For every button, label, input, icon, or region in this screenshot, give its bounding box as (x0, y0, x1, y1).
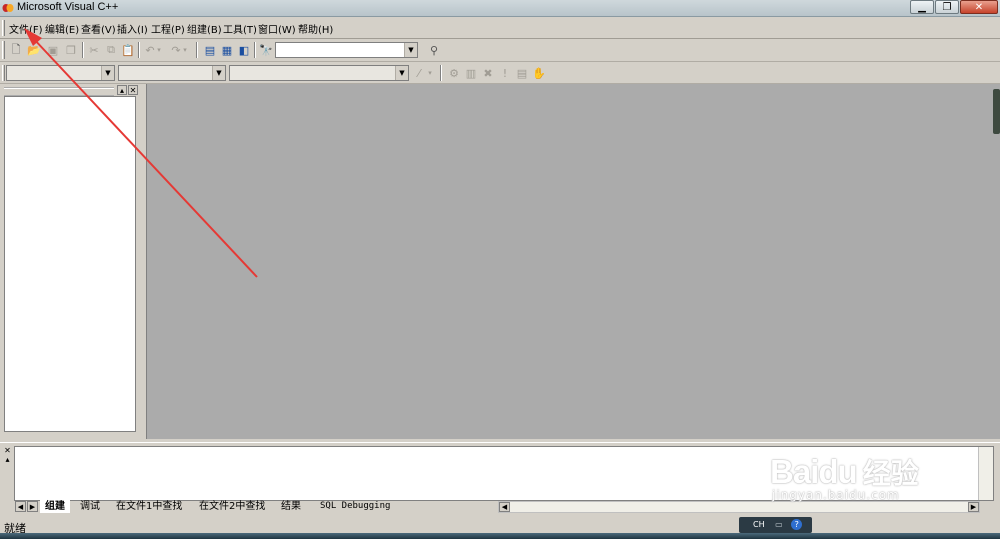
paste-icon[interactable]: 📋 (120, 42, 136, 58)
go-icon[interactable]: ▤ (514, 65, 530, 81)
editor-mdi-area[interactable] (146, 84, 1000, 439)
wizard-dropdown-icon[interactable]: ▾ (426, 65, 434, 81)
side-tab-handle[interactable] (993, 89, 1000, 134)
output-tab-strip: ◀ ▶ 组建 调试 在文件1中查找 在文件2中查找 结果 SQL Debuggi… (14, 500, 994, 514)
cut-icon[interactable]: ✂ (86, 42, 102, 58)
output-close-icon[interactable]: ✕ (3, 447, 12, 455)
menu-project[interactable]: 工程(P) (151, 21, 185, 36)
find-combo[interactable]: ▼ (275, 42, 418, 58)
output-window-icon[interactable]: ▦ (219, 42, 235, 58)
workspace-close-icon[interactable]: ✕ (128, 85, 138, 95)
keyboard-icon[interactable]: ▭ (775, 520, 783, 529)
stop-build-icon[interactable]: ✖ (480, 65, 496, 81)
undo-dropdown-icon[interactable]: ▾ (155, 42, 163, 58)
toolbar-grip[interactable] (2, 65, 5, 81)
copy-icon[interactable]: ⧉ (103, 42, 119, 58)
menu-help[interactable]: 帮助(H) (298, 21, 333, 36)
toolbar-separator (138, 42, 140, 58)
menu-insert[interactable]: 插入(I) (117, 21, 148, 36)
find-binoculars-icon[interactable]: ⚲ (426, 42, 442, 58)
menu-window[interactable]: 窗口(W) (258, 21, 296, 36)
save-icon[interactable]: ▣ (45, 42, 61, 58)
wizard-wand-icon[interactable]: ⁄ (411, 65, 427, 81)
input-language[interactable]: CH (753, 520, 765, 529)
members-combo[interactable]: ▼ (229, 65, 409, 81)
menu-edit[interactable]: 编辑(E) (45, 21, 79, 36)
tab-scroll-left-icon[interactable]: ◀ (15, 501, 26, 512)
members-combo-dropdown-icon[interactable]: ▼ (395, 66, 408, 80)
save-all-icon[interactable]: ❐ (63, 42, 79, 58)
toolbar-separator (254, 42, 256, 58)
hscroll-left-icon[interactable]: ◀ (499, 502, 510, 512)
help-icon[interactable]: ? (791, 519, 803, 530)
menu-build[interactable]: 组建(B) (187, 21, 222, 36)
close-button[interactable]: ✕ (960, 0, 998, 14)
output-dock-icon[interactable]: ▴ (3, 456, 12, 464)
open-folder-icon[interactable]: 📂 (26, 42, 42, 58)
menubar-grip[interactable] (2, 20, 5, 36)
tab-results[interactable]: 结果 (276, 500, 306, 513)
tab-find-in-files-2[interactable]: 在文件2中查找 (194, 500, 270, 513)
tab-build[interactable]: 组建 (40, 500, 70, 513)
find-in-files-icon[interactable]: 🔭 (258, 42, 274, 58)
visual-cpp-app-icon (2, 4, 14, 12)
workspace-pane: ▴ ✕ (0, 84, 142, 438)
execute-icon[interactable]: ! (497, 65, 513, 81)
redo-dropdown-icon[interactable]: ▾ (181, 42, 189, 58)
toolbar-separator (196, 42, 198, 58)
window-list-icon[interactable]: ◧ (236, 42, 252, 58)
output-pane: ✕ ▴ ◀ ▶ 组建 调试 在文件1中查找 在文件2中查找 结果 SQL Deb… (0, 442, 1000, 517)
tab-debug[interactable]: 调试 (75, 500, 105, 513)
new-file-icon[interactable]: 🗋 (8, 42, 24, 58)
hscroll-right-icon[interactable]: ▶ (968, 502, 979, 512)
title-bar: Microsoft Visual C++ ▁ ❐ ✕ (0, 0, 1000, 17)
workspace-window-icon[interactable]: ▤ (202, 42, 218, 58)
tab-scroll-right-icon[interactable]: ▶ (27, 501, 38, 512)
class-combo-dropdown-icon[interactable]: ▼ (101, 66, 114, 80)
compile-icon[interactable]: ⚙ (446, 65, 462, 81)
tab-sql-debugging[interactable]: SQL Debugging (315, 500, 395, 513)
output-horizontal-scrollbar[interactable]: ◀ ▶ (498, 501, 980, 513)
build-icon[interactable]: ▥ (463, 65, 479, 81)
breakpoint-icon[interactable]: ✋ (531, 65, 547, 81)
window-title: Microsoft Visual C++ (17, 1, 119, 13)
tab-find-in-files-1[interactable]: 在文件1中查找 (111, 500, 187, 513)
standard-toolbar: 🗋 📂 ▣ ❐ ✂ ⧉ 📋 ↶ ▾ ↷ ▾ ▤ ▦ ◧ 🔭 ▼ ⚲ (0, 39, 1000, 62)
find-combo-dropdown-icon[interactable]: ▼ (404, 43, 417, 57)
menu-bar: 文件(F) 编辑(E) 查看(V) 插入(I) 工程(P) 组建(B) 工具(T… (0, 18, 1000, 39)
minimize-button[interactable]: ▁ (910, 0, 934, 14)
toolbar-separator (440, 65, 442, 81)
wizard-build-toolbar: ▼ ▼ ▼ ⁄ ▾ ⚙ ▥ ✖ ! ▤ ✋ (0, 63, 1000, 84)
output-vertical-scrollbar[interactable] (978, 447, 993, 500)
filter-combo-dropdown-icon[interactable]: ▼ (212, 66, 225, 80)
taskbar (0, 533, 1000, 539)
maximize-button[interactable]: ❐ (935, 0, 959, 14)
workspace-tree-panel[interactable] (4, 96, 136, 432)
menu-view[interactable]: 查看(V) (81, 21, 116, 36)
class-combo[interactable]: ▼ (6, 65, 115, 81)
toolbar-separator (82, 42, 84, 58)
output-text-area[interactable] (14, 446, 994, 501)
workspace-dock-icon[interactable]: ▴ (117, 85, 127, 95)
menu-file[interactable]: 文件(F) (9, 21, 43, 36)
toolbar-grip[interactable] (2, 41, 5, 59)
menu-tools[interactable]: 工具(T) (223, 21, 257, 36)
window-controls: ▁ ❐ ✕ (909, 0, 998, 15)
filter-combo[interactable]: ▼ (118, 65, 226, 81)
language-bar[interactable]: CH ▭ ? (739, 517, 812, 533)
